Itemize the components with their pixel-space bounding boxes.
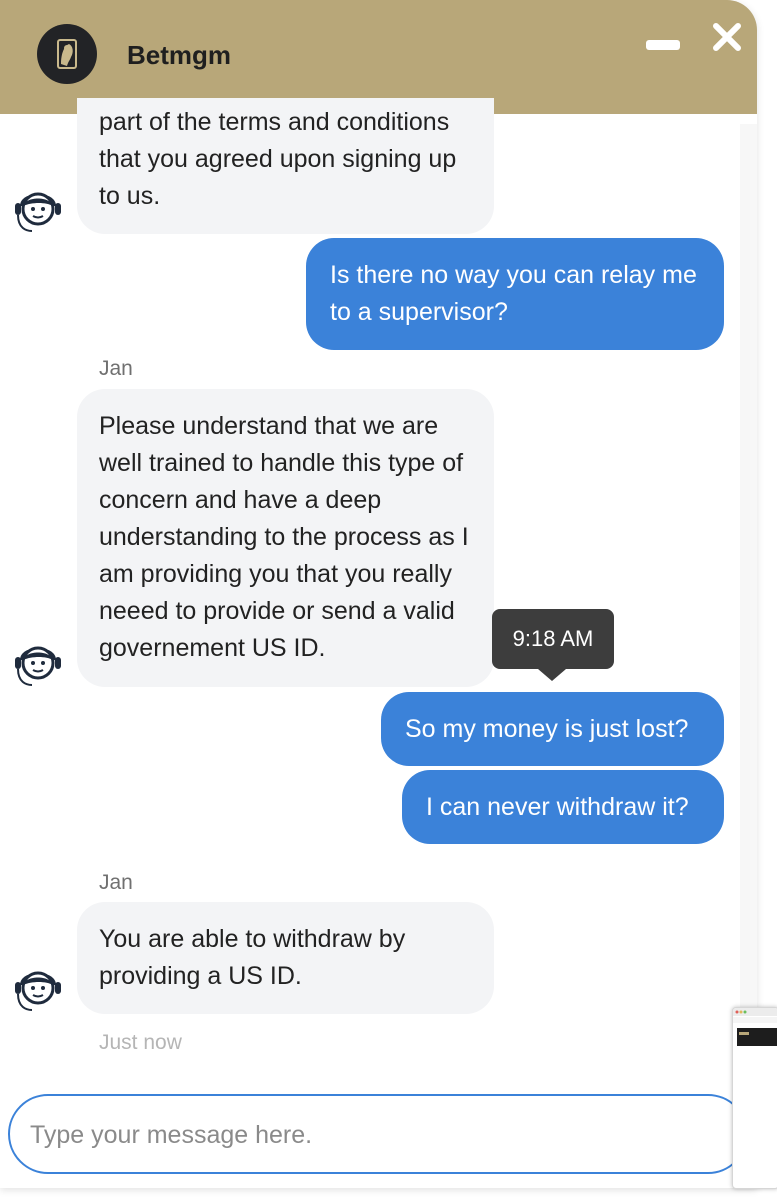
brand-title: Betmgm xyxy=(127,40,232,70)
agent-message: Please understand that we are well train… xyxy=(77,389,494,687)
scrollbar[interactable] xyxy=(740,124,757,1084)
message-timestamp: Just now xyxy=(99,1031,182,1054)
close-button[interactable] xyxy=(710,20,744,54)
sender-name: Jan xyxy=(99,871,133,894)
sender-name: Jan xyxy=(99,357,133,380)
agent-message: part of the terms and conditions that yo… xyxy=(77,98,494,234)
screenshot-thumbnail[interactable] xyxy=(732,1007,777,1189)
support-agent-headset-icon xyxy=(8,176,68,236)
message-text: I can never withdraw it? xyxy=(426,793,689,821)
message-text: Please understand that we are well train… xyxy=(99,412,469,662)
user-message: So my money is just lost? xyxy=(381,692,724,766)
message-composer xyxy=(8,1094,748,1174)
user-message: I can never withdraw it? xyxy=(402,770,724,844)
chat-widget: Betmgm part of the terms and conditions … xyxy=(0,0,757,1188)
close-icon xyxy=(713,23,741,51)
message-text: So my money is just lost? xyxy=(405,715,689,743)
minimize-icon xyxy=(646,40,680,50)
support-agent-headset-icon xyxy=(8,630,68,690)
timestamp-tooltip: 9:18 AM xyxy=(492,609,614,669)
support-agent-headset-icon xyxy=(8,955,68,1015)
message-text: Is there no way you can relay me to a su… xyxy=(330,261,697,326)
agent-message: You are able to withdraw by providing a … xyxy=(77,902,494,1014)
lion-logo-icon xyxy=(37,24,97,84)
message-input[interactable] xyxy=(28,1112,722,1158)
tooltip-arrow xyxy=(538,669,566,681)
minimize-button[interactable] xyxy=(645,38,681,52)
chat-header: Betmgm xyxy=(0,0,757,114)
user-message: Is there no way you can relay me to a su… xyxy=(306,238,724,350)
message-text: You are able to withdraw by providing a … xyxy=(99,925,406,990)
message-text: part of the terms and conditions that yo… xyxy=(99,108,457,210)
